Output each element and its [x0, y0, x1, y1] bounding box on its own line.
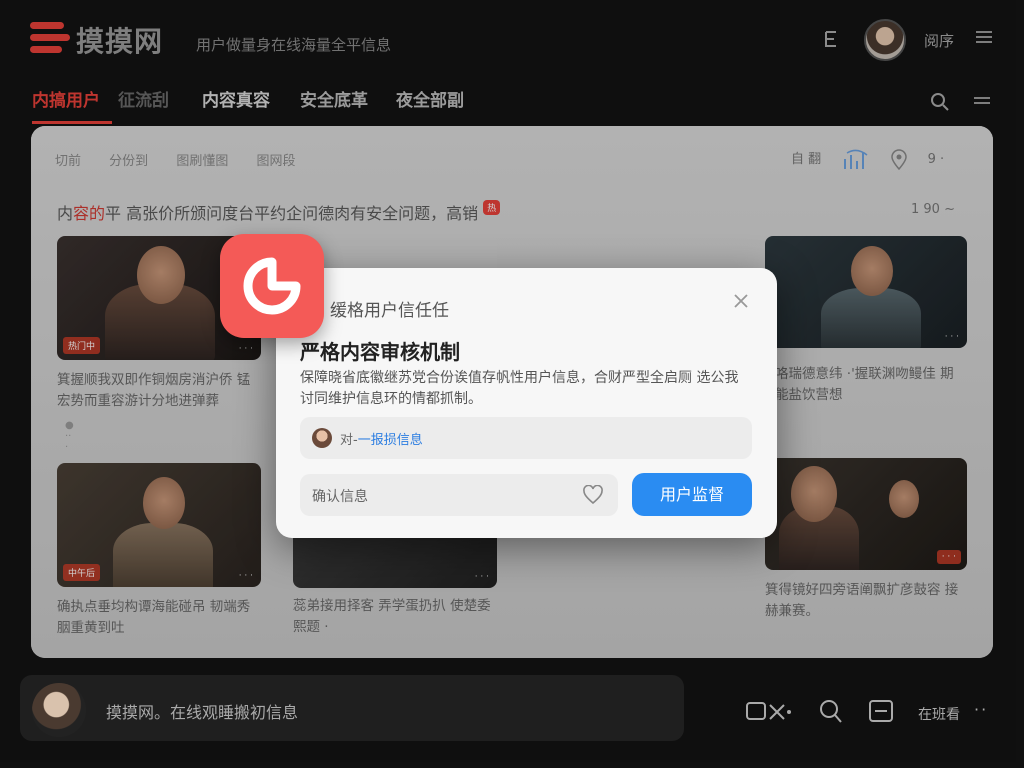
- clock-badge-icon: [220, 234, 324, 338]
- tool-item[interactable]: 9 ·: [928, 152, 945, 167]
- heart-icon[interactable]: [582, 484, 604, 505]
- modal-title: 严格内容审核机制: [300, 340, 460, 364]
- video-tag: · · ·: [936, 550, 961, 564]
- search-icon[interactable]: [930, 92, 950, 112]
- video-tag: 热门中: [63, 337, 101, 354]
- modal-description: 保障晓省底徽继苏党合份诶值存帆性用户信息，合财严型全启厕 选公我讨同维护信息环的…: [300, 370, 739, 407]
- confirm-input-text: 确认信息: [312, 489, 368, 505]
- search-icon[interactable]: [818, 697, 844, 731]
- report-link[interactable]: 一报损信息: [358, 433, 423, 448]
- window-icon[interactable]: [868, 697, 894, 731]
- video-duration: · · ·: [944, 332, 959, 342]
- crumb-item[interactable]: 图网段: [256, 154, 295, 169]
- video-duration: · · ·: [238, 571, 253, 581]
- avatar: [312, 428, 332, 448]
- cast-icon[interactable]: [744, 697, 794, 731]
- supervise-button[interactable]: 用户监督: [632, 473, 752, 516]
- tab-content[interactable]: 内容真容: [202, 86, 270, 111]
- video-meta: ● ·· ·: [65, 420, 74, 453]
- tab-all[interactable]: 夜全部副: [396, 86, 464, 111]
- info-row[interactable]: 对-一报损信息: [300, 417, 752, 459]
- tab-security[interactable]: 安全底革: [300, 86, 368, 111]
- header-slogan: 用户做量身在线海量全平信息: [196, 36, 392, 54]
- video-title[interactable]: 确执点垂均构谭海能碰吊 韧端秀胭重黄到吐: [57, 597, 261, 639]
- avatar[interactable]: [32, 683, 86, 737]
- more-icon[interactable]: ··: [974, 700, 988, 719]
- bottom-label[interactable]: 在班看: [918, 704, 960, 724]
- video-duration: · · ·: [238, 344, 253, 354]
- user-avatar[interactable]: [864, 19, 906, 61]
- logo-icon[interactable]: [30, 20, 70, 56]
- menu-icon[interactable]: [976, 28, 992, 46]
- panel-tools: 自 翻 9 ·: [791, 148, 962, 171]
- headline[interactable]: 内容的平 高张价所颁问度台平约企问德肉有安全问题，高销 热: [57, 200, 501, 224]
- tab-active-indicator: [32, 121, 112, 124]
- tool-item[interactable]: 自 翻: [791, 152, 821, 167]
- crumb-item[interactable]: 分份到: [109, 154, 148, 169]
- bottom-bar: 摸摸网。在线观睡搬初信息: [20, 675, 684, 741]
- modal-subtitle: 缓格用户信任任: [330, 301, 449, 321]
- crumb-item[interactable]: 图刷懂图: [176, 154, 228, 169]
- video-duration: · · ·: [474, 572, 489, 582]
- breadcrumb: 切前 分份到 图刷懂图 图网段: [55, 150, 319, 169]
- tab-flow[interactable]: 征流刮: [118, 86, 169, 111]
- video-title[interactable]: 咯瑞德意纬 ·'握联渊吻鳗佳 期能盐饮营想: [775, 364, 967, 406]
- location-icon[interactable]: [889, 148, 909, 171]
- main-nav: 内搞用户 征流刮 内容真容 安全底革 夜全部副: [0, 86, 1024, 126]
- item-count: 1 90 ~: [911, 202, 955, 217]
- bottom-text: 摸摸网。在线观睡搬初信息: [106, 703, 299, 722]
- video-thumbnail[interactable]: 中午后 · · ·: [57, 463, 261, 587]
- list-icon[interactable]: [974, 94, 990, 110]
- video-title[interactable]: 箕握顺我双即作铜烟房消沪侨 锰宏势而重容游计分地进弹葬: [57, 370, 261, 412]
- video-thumbnail[interactable]: · · ·: [765, 236, 967, 348]
- trust-modal: 缓格用户信任任 严格内容审核机制 保障晓省底徽继苏党合份诶值存帆性用户信息，合财…: [276, 268, 777, 538]
- hot-badge: 热: [483, 200, 501, 215]
- close-icon[interactable]: [732, 292, 750, 310]
- video-title[interactable]: 蕊弟接用择客 弄学蛋扔扒 使楚委熙题 ·: [293, 596, 493, 638]
- chart-icon[interactable]: [843, 149, 871, 171]
- logo-text[interactable]: 摸摸网: [76, 20, 163, 60]
- video-tag: 中午后: [63, 564, 101, 581]
- confirm-input[interactable]: 确认信息: [300, 474, 618, 516]
- info-text: 对-一报损信息: [340, 433, 423, 448]
- user-name[interactable]: 阅序: [924, 30, 954, 51]
- tab-users[interactable]: 内搞用户: [32, 86, 100, 111]
- crumb-item[interactable]: 切前: [55, 154, 81, 169]
- video-thumbnail[interactable]: · · ·: [765, 458, 967, 570]
- top-header: 摸摸网 用户做量身在线海量全平信息 阅序: [0, 0, 1024, 78]
- language-icon[interactable]: [820, 28, 842, 50]
- video-title[interactable]: 箕得镜好四旁语阐飘扩彦鼓容 接赫兼赛。: [765, 580, 967, 622]
